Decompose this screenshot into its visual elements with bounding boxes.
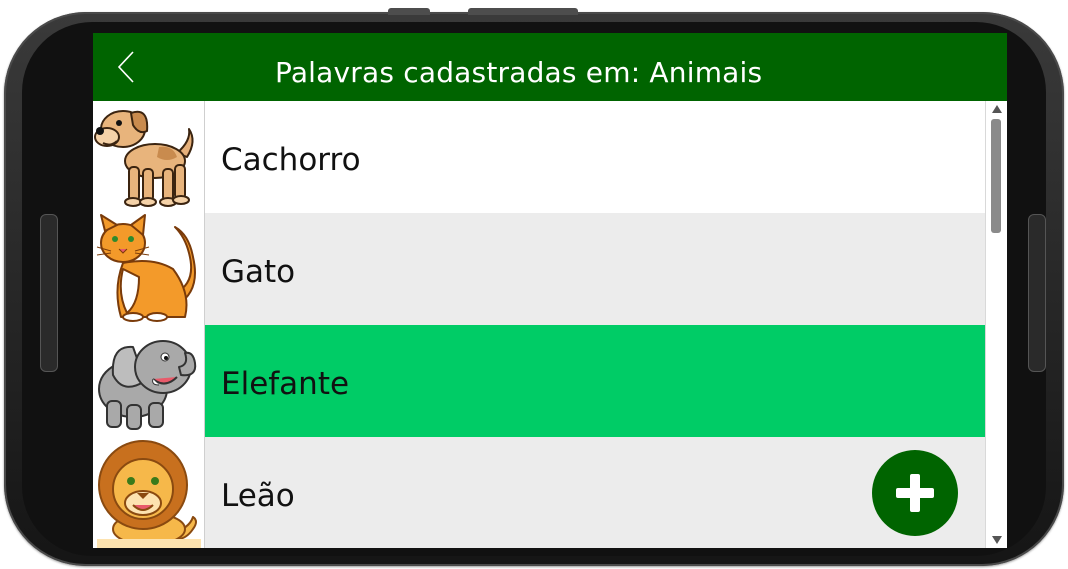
page-title: Palavras cadastradas em: Animais [275, 56, 763, 89]
cat-icon [93, 213, 205, 325]
app-header: Palavras cadastradas em: Animais [93, 33, 1007, 101]
scroll-down-arrow-icon[interactable] [990, 534, 1004, 546]
vertical-scrollbar[interactable] [985, 101, 1007, 548]
phone-side-button-right [1028, 214, 1046, 372]
elephant-icon [93, 325, 205, 437]
list-item-label: Elefante [221, 366, 350, 402]
list-item-label: Cachorro [221, 142, 361, 178]
lion-icon [93, 437, 205, 548]
list-item[interactable]: Gato [93, 213, 985, 325]
list-item[interactable]: Cachorro [93, 101, 985, 213]
chevron-left-icon [117, 51, 134, 83]
phone-top-button-right [468, 8, 578, 15]
add-word-button[interactable] [872, 450, 958, 536]
list-item[interactable]: Leão [93, 437, 985, 548]
list-item-cell: Cachorro [205, 101, 985, 213]
phone-side-button-left [40, 214, 58, 372]
list-item-cell: Leão [205, 437, 985, 548]
plus-icon [896, 474, 934, 512]
app-screen: Palavras cadastradas em: Animais Cachorr… [93, 33, 1007, 548]
dog-icon [93, 101, 205, 213]
scrollbar-thumb[interactable] [991, 119, 1001, 233]
phone-top-button-left [388, 8, 430, 15]
word-list: Cachorro Gato Elefante Leão [93, 101, 985, 548]
list-item-cell: Gato [205, 213, 985, 325]
list-item-cell: Elefante [205, 325, 985, 437]
back-button[interactable] [109, 47, 143, 87]
list-item-label: Gato [221, 254, 296, 290]
list-item-selected[interactable]: Elefante [93, 325, 985, 437]
list-item-label: Leão [221, 478, 295, 514]
scroll-up-arrow-icon[interactable] [990, 103, 1004, 115]
